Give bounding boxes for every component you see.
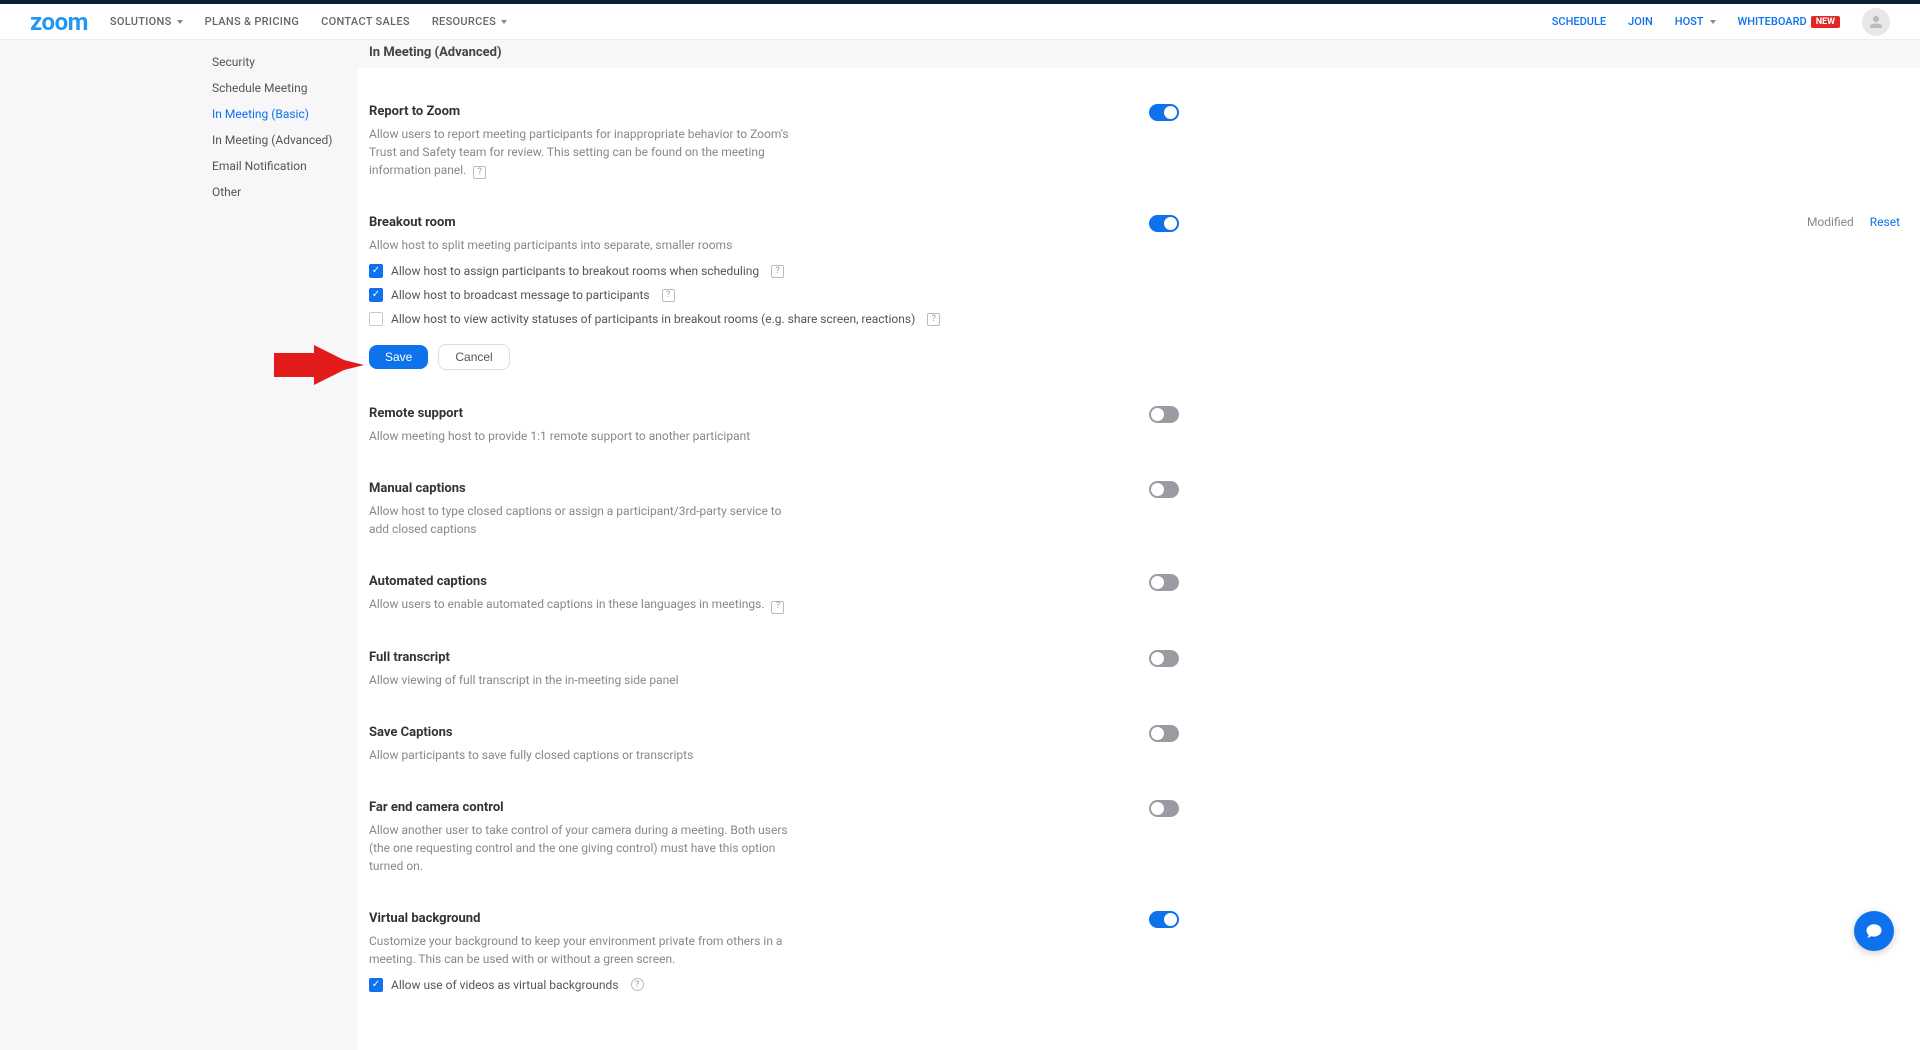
setting-save-captions: Save Captions Allow participants to save… [369, 707, 1910, 782]
setting-remote: Remote support Allow meeting host to pro… [369, 388, 1910, 463]
setting-title: Far end camera control [369, 800, 1149, 815]
sidenav-advanced[interactable]: In Meeting (Advanced) [212, 127, 357, 153]
cancel-button[interactable]: Cancel [438, 344, 509, 370]
setting-title: Save Captions [369, 725, 1149, 740]
setting-desc: Allow viewing of full transcript in the … [369, 671, 799, 689]
toggle-save-captions[interactable] [1149, 725, 1179, 742]
setting-desc-text: Allow users to report meeting participan… [369, 127, 789, 177]
save-button[interactable]: Save [369, 345, 428, 369]
sidenav-security[interactable]: Security [212, 49, 357, 75]
setting-breakout: Breakout room Allow host to split meetin… [369, 197, 1910, 388]
section-title: In Meeting (Advanced) [369, 45, 1920, 60]
nav-whiteboard-label: WHITEBOARD [1738, 15, 1807, 28]
nav-contact[interactable]: CONTACT SALES [321, 15, 410, 28]
checkbox-row-vb: Allow use of videos as virtual backgroun… [369, 978, 1149, 992]
nav-whiteboard[interactable]: WHITEBOARD NEW [1738, 15, 1840, 28]
button-group: Save Cancel [369, 344, 1149, 370]
help-icon[interactable]: ? [631, 978, 644, 991]
nav-host[interactable]: HOST [1675, 15, 1716, 28]
checkbox-label: Allow host to view activity statuses of … [391, 312, 915, 326]
setting-title: Report to Zoom [369, 104, 1149, 119]
checkbox-label: Allow host to broadcast message to parti… [391, 288, 650, 302]
chat-icon [1865, 922, 1883, 940]
sidenav: Security Schedule Meeting In Meeting (Ba… [182, 45, 357, 1050]
header: zoom SOLUTIONS PLANS & PRICING CONTACT S… [0, 4, 1920, 40]
reset-link[interactable]: Reset [1870, 215, 1900, 229]
setting-full-transcript: Full transcript Allow viewing of full tr… [369, 632, 1910, 707]
setting-desc: Allow host to split meeting participants… [369, 236, 799, 254]
toggle-manual-captions[interactable] [1149, 481, 1179, 498]
setting-virtual-bg: Virtual background Customize your backgr… [369, 893, 1910, 1010]
nav-plans[interactable]: PLANS & PRICING [205, 15, 300, 28]
help-icon[interactable]: ? [473, 166, 486, 179]
setting-desc: Allow another user to take control of yo… [369, 821, 799, 875]
sidenav-other[interactable]: Other [212, 179, 357, 205]
nav-resources[interactable]: RESOURCES [432, 15, 507, 28]
setting-title: Breakout room [369, 215, 1149, 230]
setting-title: Manual captions [369, 481, 1149, 496]
setting-desc: Allow participants to save fully closed … [369, 746, 799, 764]
toggle-remote[interactable] [1149, 406, 1179, 423]
checkbox-videos-bg[interactable] [369, 978, 383, 992]
settings-list: Report to Zoom Allow users to report mee… [357, 86, 1920, 1010]
sidenav-email[interactable]: Email Notification [212, 153, 357, 179]
help-icon[interactable]: ? [771, 601, 784, 614]
help-icon[interactable]: ? [771, 265, 784, 278]
new-badge: NEW [1811, 16, 1840, 28]
setting-desc-text: Allow users to enable automated captions… [369, 597, 764, 611]
chat-bubble[interactable] [1854, 911, 1894, 951]
checkbox-row-2: Allow host to broadcast message to parti… [369, 288, 1149, 302]
setting-desc: Allow users to enable automated captions… [369, 595, 799, 613]
toggle-virtual-bg[interactable] [1149, 911, 1179, 928]
setting-desc: Customize your background to keep your e… [369, 932, 799, 968]
checkbox-assign[interactable] [369, 264, 383, 278]
checkbox-row-1: Allow host to assign participants to bre… [369, 264, 1149, 278]
setting-desc: Allow meeting host to provide 1:1 remote… [369, 427, 799, 445]
setting-auto-captions: Automated captions Allow users to enable… [369, 556, 1910, 631]
toggle-report[interactable] [1149, 104, 1179, 121]
sidenav-schedule[interactable]: Schedule Meeting [212, 75, 357, 101]
checkbox-row-3: Allow host to view activity statuses of … [369, 312, 1149, 326]
right-nav: SCHEDULE JOIN HOST WHITEBOARD NEW [1552, 8, 1890, 36]
setting-manual-captions: Manual captions Allow host to type close… [369, 463, 1910, 556]
checkbox-activity[interactable] [369, 312, 383, 326]
toggle-full-transcript[interactable] [1149, 650, 1179, 667]
setting-title: Remote support [369, 406, 1149, 421]
avatar[interactable] [1862, 8, 1890, 36]
setting-far-end: Far end camera control Allow another use… [369, 782, 1910, 893]
nav-solutions[interactable]: SOLUTIONS [110, 15, 183, 28]
sidenav-basic[interactable]: In Meeting (Basic) [212, 101, 357, 127]
setting-title: Automated captions [369, 574, 1149, 589]
section-header: In Meeting (Advanced) [357, 45, 1920, 68]
help-icon[interactable]: ? [927, 313, 940, 326]
user-icon [1867, 13, 1885, 31]
checkbox-label: Allow use of videos as virtual backgroun… [391, 978, 619, 992]
nav-join[interactable]: JOIN [1628, 15, 1653, 28]
left-gutter [0, 45, 182, 1050]
setting-report: Report to Zoom Allow users to report mee… [369, 86, 1910, 197]
toggle-breakout[interactable] [1149, 215, 1179, 232]
setting-title: Full transcript [369, 650, 1149, 665]
main-nav: SOLUTIONS PLANS & PRICING CONTACT SALES … [110, 15, 507, 28]
setting-desc: Allow users to report meeting participan… [369, 125, 799, 179]
help-icon[interactable]: ? [662, 289, 675, 302]
toggle-far-end[interactable] [1149, 800, 1179, 817]
setting-title: Virtual background [369, 911, 1149, 926]
arrow-annotation [274, 345, 364, 389]
checkbox-broadcast[interactable] [369, 288, 383, 302]
checkbox-label: Allow host to assign participants to bre… [391, 264, 759, 278]
toggle-auto-captions[interactable] [1149, 574, 1179, 591]
page: Security Schedule Meeting In Meeting (Ba… [0, 40, 1920, 1050]
nav-schedule[interactable]: SCHEDULE [1552, 15, 1606, 28]
content: In Meeting (Advanced) Report to Zoom All… [357, 45, 1920, 1050]
modified-label: Modified [1807, 215, 1854, 229]
logo[interactable]: zoom [30, 8, 88, 36]
setting-desc: Allow host to type closed captions or as… [369, 502, 799, 538]
